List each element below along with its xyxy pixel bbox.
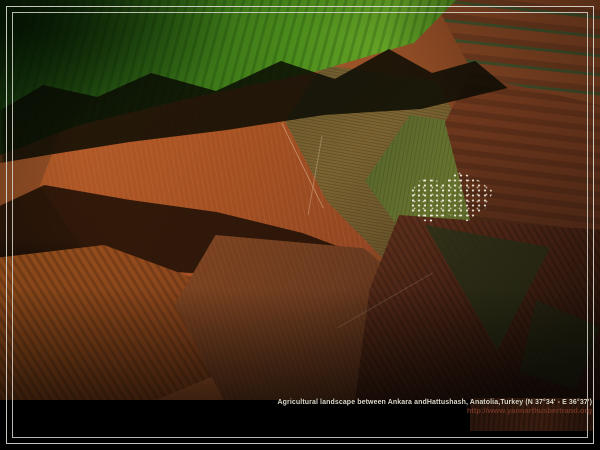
wallpaper: Agricultural landscape between Ankara an… (0, 0, 600, 450)
caption-title: Agricultural landscape between Ankara an… (278, 399, 592, 406)
photo-caption: Agricultural landscape between Ankara an… (278, 399, 592, 415)
aerial-photo (0, 0, 600, 400)
caption-url: http://www.yannarthusbertrand.org (278, 407, 592, 415)
vignette-overlay (0, 0, 600, 400)
